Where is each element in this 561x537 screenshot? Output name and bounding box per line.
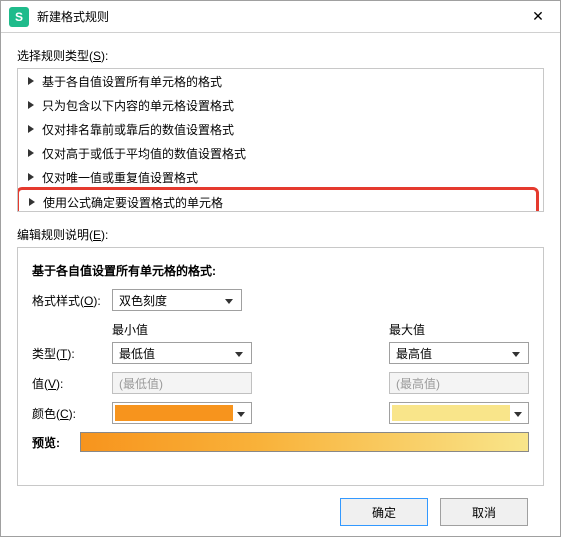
window-title: 新建格式规则	[37, 8, 109, 25]
preview-row: 预览:	[32, 432, 529, 452]
dialog-window: S 新建格式规则 ✕ 选择规则类型(S): 基于各自值设置所有单元格的格式 只为…	[0, 0, 561, 537]
rule-type-list[interactable]: 基于各自值设置所有单元格的格式 只为包含以下内容的单元格设置格式 仅对排名靠前或…	[17, 68, 544, 212]
rule-description-panel: 基于各自值设置所有单元格的格式: 格式样式(O): 双色刻度 最小值 最大值 类…	[17, 247, 544, 486]
rule-type-option-label: 使用公式确定要设置格式的单元格	[43, 194, 223, 211]
rule-type-option[interactable]: 使用公式确定要设置格式的单元格	[19, 190, 536, 212]
max-type-select[interactable]: 最高值	[389, 342, 529, 364]
format-style-label: 格式样式(O):	[32, 292, 112, 309]
min-type-value: 最低值	[119, 345, 155, 362]
triangle-icon	[28, 125, 34, 133]
rule-type-option[interactable]: 基于各自值设置所有单元格的格式	[18, 69, 543, 93]
max-type-value: 最高值	[396, 345, 432, 362]
max-column-header: 最大值	[389, 321, 529, 338]
rule-type-option-label: 仅对排名靠前或靠后的数值设置格式	[42, 121, 234, 138]
preview-label: 预览:	[32, 434, 80, 451]
color-swatch-orange	[115, 405, 233, 421]
rule-type-label: 选择规则类型(S):	[17, 47, 544, 64]
value-label: 值(V):	[32, 375, 112, 392]
rule-type-option[interactable]: 仅对高于或低于平均值的数值设置格式	[18, 141, 543, 165]
min-type-select[interactable]: 最低值	[112, 342, 252, 364]
type-label: 类型(T):	[32, 345, 112, 362]
triangle-icon	[28, 77, 34, 85]
chevron-down-icon	[510, 406, 526, 420]
rule-type-option-label: 仅对唯一值或重复值设置格式	[42, 169, 198, 186]
color-swatch-yellow	[392, 405, 510, 421]
close-button[interactable]: ✕	[516, 1, 560, 33]
content-area: 选择规则类型(S): 基于各自值设置所有单元格的格式 只为包含以下内容的单元格设…	[1, 33, 560, 536]
rule-description-label: 编辑规则说明(E):	[17, 226, 544, 243]
chevron-down-icon	[231, 346, 247, 360]
minmax-header: 最小值 最大值	[112, 321, 529, 338]
color-row: 颜色(C):	[32, 402, 529, 424]
rule-type-option[interactable]: 仅对唯一值或重复值设置格式	[18, 165, 543, 189]
color-label: 颜色(C):	[32, 405, 112, 422]
max-color-select[interactable]	[389, 402, 529, 424]
rule-type-option-label: 只为包含以下内容的单元格设置格式	[42, 97, 234, 114]
app-icon: S	[9, 7, 29, 27]
rule-type-option[interactable]: 只为包含以下内容的单元格设置格式	[18, 93, 543, 117]
value-row: 值(V): (最低值) (最高值)	[32, 372, 529, 394]
description-heading: 基于各自值设置所有单元格的格式:	[32, 262, 529, 279]
triangle-icon	[28, 149, 34, 157]
max-value-input: (最高值)	[389, 372, 529, 394]
triangle-icon	[29, 198, 35, 206]
triangle-icon	[28, 173, 34, 181]
format-style-value: 双色刻度	[119, 292, 167, 309]
highlight-annotation: 使用公式确定要设置格式的单元格	[17, 187, 539, 212]
chevron-down-icon	[221, 293, 237, 307]
min-column-header: 最小值	[112, 321, 252, 338]
rule-type-option-label: 仅对高于或低于平均值的数值设置格式	[42, 145, 246, 162]
format-style-row: 格式样式(O): 双色刻度	[32, 289, 529, 311]
ok-button[interactable]: 确定	[340, 498, 428, 526]
titlebar: S 新建格式规则 ✕	[1, 1, 560, 33]
type-row: 类型(T): 最低值 最高值	[32, 342, 529, 364]
chevron-down-icon	[508, 346, 524, 360]
rule-type-option-label: 基于各自值设置所有单元格的格式	[42, 73, 222, 90]
min-value-input: (最低值)	[112, 372, 252, 394]
triangle-icon	[28, 101, 34, 109]
rule-type-option[interactable]: 仅对排名靠前或靠后的数值设置格式	[18, 117, 543, 141]
min-color-select[interactable]	[112, 402, 252, 424]
preview-gradient	[80, 432, 529, 452]
cancel-button[interactable]: 取消	[440, 498, 528, 526]
chevron-down-icon	[233, 406, 249, 420]
button-row: 确定 取消	[17, 486, 544, 526]
format-style-select[interactable]: 双色刻度	[112, 289, 242, 311]
